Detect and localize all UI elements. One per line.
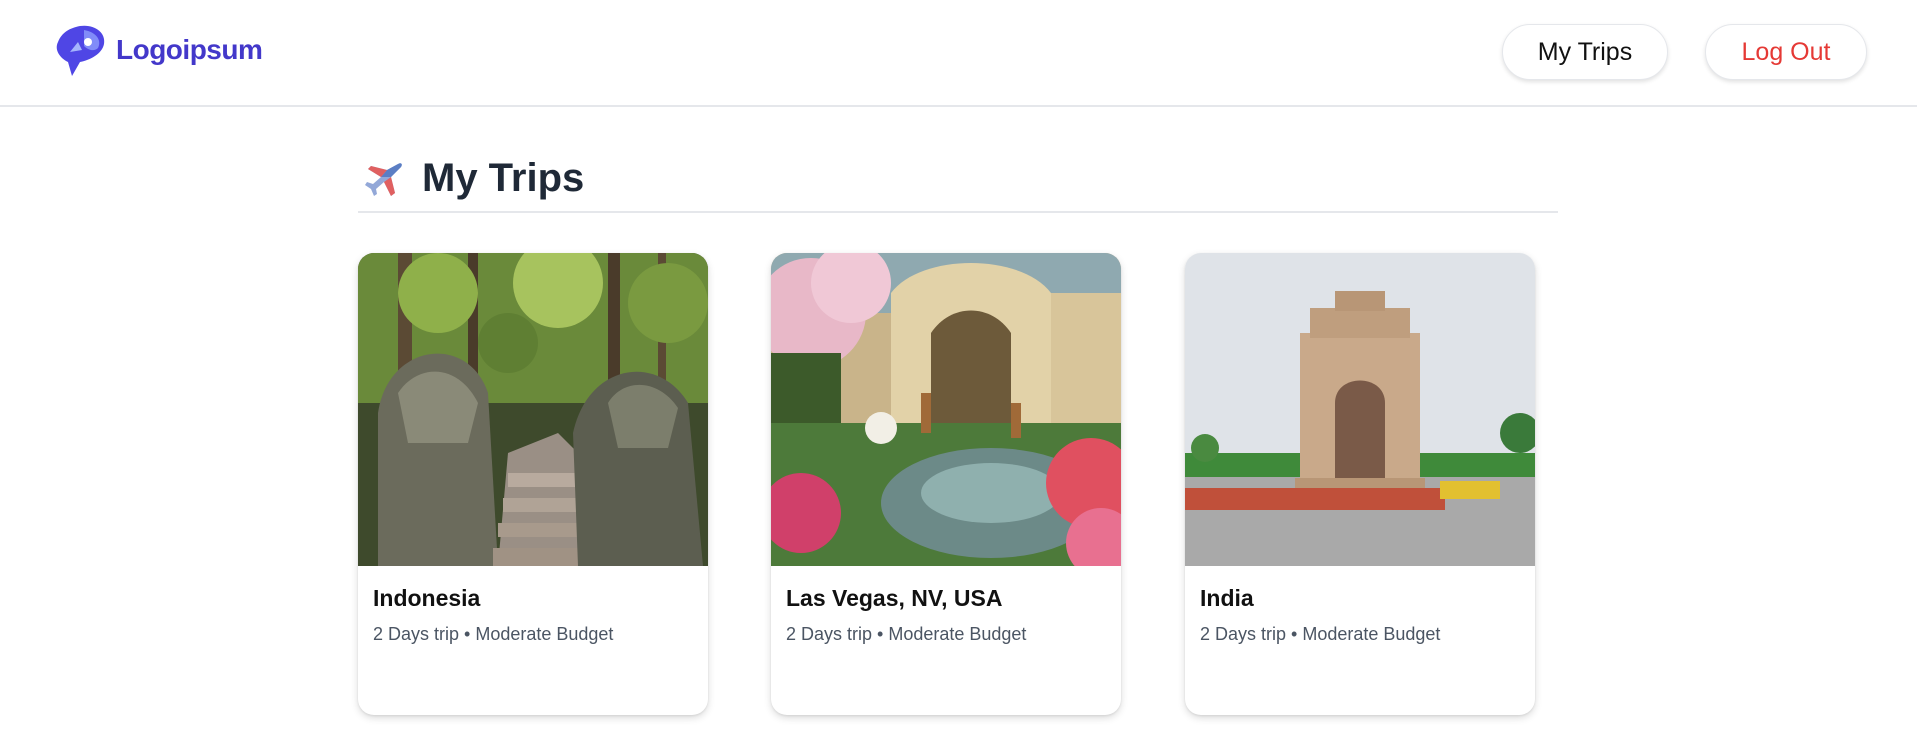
trip-image-indonesia [358, 253, 708, 566]
trip-destination: Las Vegas, NV, USA [786, 585, 1003, 611]
trip-destination: Indonesia [373, 585, 481, 611]
my-trips-button[interactable]: My Trips [1502, 24, 1668, 80]
trip-card-las-vegas[interactable]: Las Vegas, NV, USA 2 Days trip • Moderat… [771, 253, 1121, 715]
trip-details: 2 Days trip • Moderate Budget [1200, 624, 1441, 644]
trip-details: 2 Days trip • Moderate Budget [786, 624, 1027, 644]
airplane-icon [365, 162, 402, 196]
top-navbar: Logoipsum My Trips Log Out [0, 0, 1917, 107]
trip-image-india [1185, 253, 1535, 566]
logout-button[interactable]: Log Out [1705, 24, 1867, 80]
logo[interactable]: Logoipsum [50, 22, 263, 78]
trip-destination: India [1200, 585, 1254, 611]
trip-details: 2 Days trip • Moderate Budget [373, 624, 614, 644]
logo-text: Logoipsum [116, 34, 263, 65]
trip-image-las-vegas [771, 253, 1121, 566]
trip-card-india[interactable]: India 2 Days trip • Moderate Budget [1185, 253, 1535, 715]
page-heading: My Trips [358, 150, 1558, 213]
logo-icon [56, 25, 105, 77]
page-title: My Trips [422, 156, 585, 200]
trip-card-indonesia[interactable]: Indonesia 2 Days trip • Moderate Budget [358, 253, 708, 715]
